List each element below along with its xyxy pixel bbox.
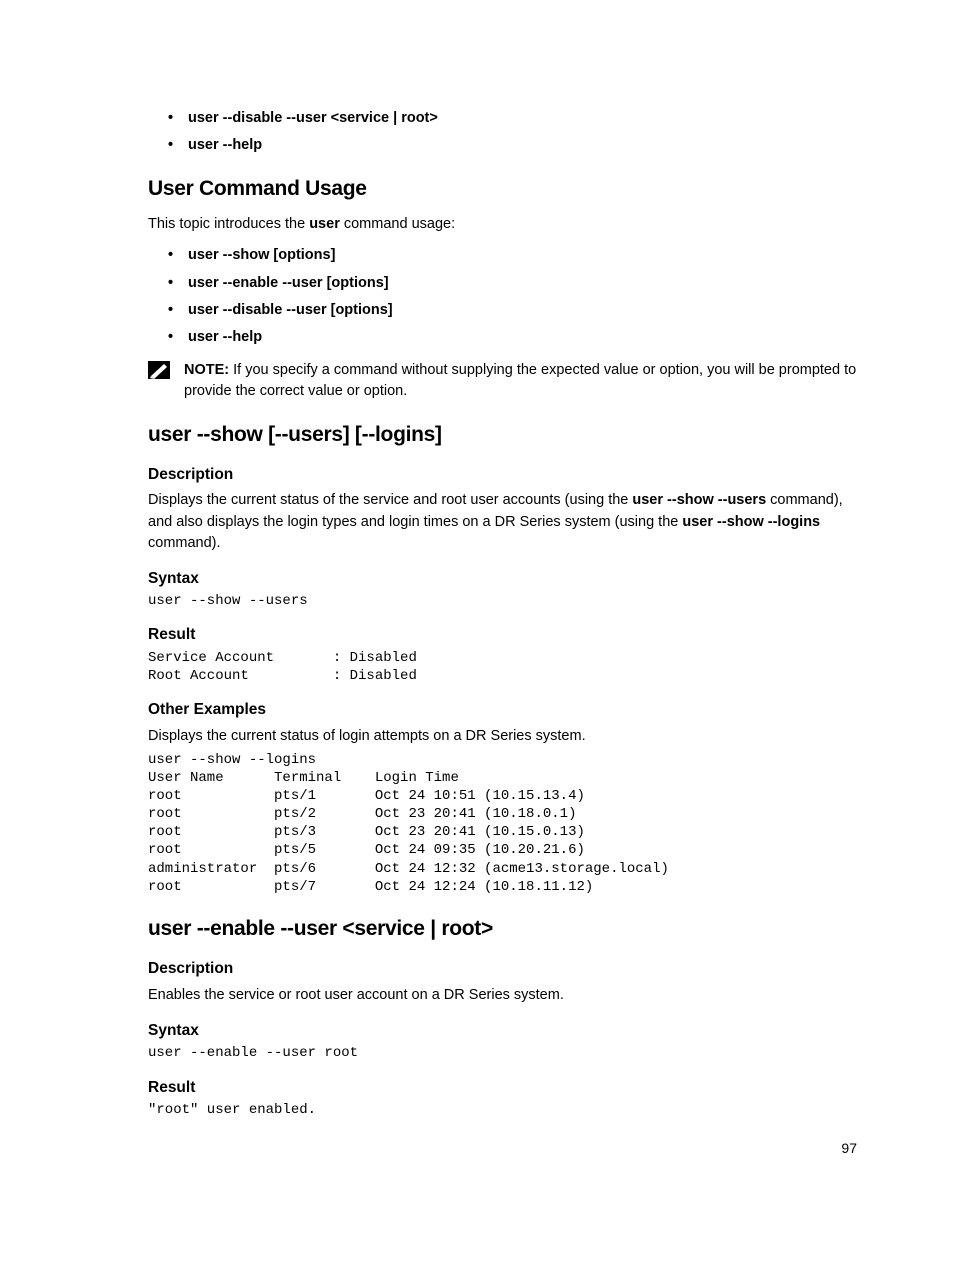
note-icon <box>148 361 170 386</box>
text: If you specify a command without supplyi… <box>184 362 856 399</box>
code-block-logins: user --show --logins User Name Terminal … <box>148 751 857 897</box>
list-item: user --help <box>148 327 857 348</box>
text: command usage: <box>340 216 455 232</box>
code-block-syntax: user --show --users <box>148 592 857 610</box>
subheading-other-examples: Other Examples <box>148 699 857 721</box>
page-number: 97 <box>841 1138 857 1158</box>
other-examples-paragraph: Displays the current status of login att… <box>148 726 857 747</box>
code-block-result: Service Account : Disabled Root Account … <box>148 649 857 685</box>
description-paragraph: Displays the current status of the servi… <box>148 490 857 553</box>
subheading-description: Description <box>148 958 857 980</box>
note-label: NOTE: <box>184 362 229 378</box>
text: This topic introduces the <box>148 216 309 232</box>
list-item: user --disable --user [options] <box>148 300 857 321</box>
code-block-result: "root" user enabled. <box>148 1101 857 1119</box>
inline-command: user --show --logins <box>682 514 820 530</box>
text: command). <box>148 535 221 551</box>
top-bullet-list: user --disable --user <service | root> u… <box>148 108 857 156</box>
list-item: user --show [options] <box>148 245 857 266</box>
note-block: NOTE: If you specify a command without s… <box>148 360 857 402</box>
heading-user-enable: user --enable --user <service | root> <box>148 914 857 944</box>
subheading-result: Result <box>148 1077 857 1099</box>
heading-user-show: user --show [--users] [--logins] <box>148 420 857 450</box>
note-text: NOTE: If you specify a command without s… <box>184 360 857 402</box>
description-paragraph: Enables the service or root user account… <box>148 985 857 1006</box>
heading-user-command-usage: User Command Usage <box>148 174 857 204</box>
text: Displays the current status of the servi… <box>148 492 632 508</box>
subheading-result: Result <box>148 624 857 646</box>
usage-bullet-list: user --show [options] user --enable --us… <box>148 245 857 347</box>
list-item: user --enable --user [options] <box>148 273 857 294</box>
subheading-syntax: Syntax <box>148 1020 857 1042</box>
inline-command: user --show --users <box>632 492 766 508</box>
inline-command: user <box>309 216 340 232</box>
list-item: user --disable --user <service | root> <box>148 108 857 129</box>
document-page: user --disable --user <service | root> u… <box>0 0 954 1268</box>
list-item: user --help <box>148 135 857 156</box>
subheading-description: Description <box>148 464 857 486</box>
subheading-syntax: Syntax <box>148 568 857 590</box>
intro-paragraph: This topic introduces the user command u… <box>148 214 857 235</box>
code-block-syntax: user --enable --user root <box>148 1044 857 1062</box>
